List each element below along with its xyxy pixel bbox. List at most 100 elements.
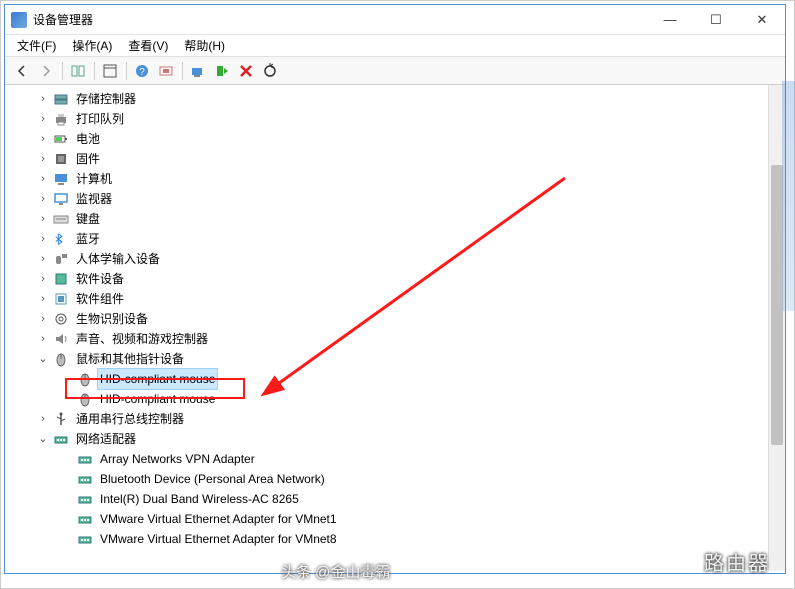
- tree-node[interactable]: VMware Virtual Ethernet Adapter for VMne…: [15, 509, 781, 529]
- network-icon: [77, 511, 93, 527]
- tree-node[interactable]: › 生物识别设备: [15, 309, 781, 329]
- window-title: 设备管理器: [33, 11, 647, 28]
- tree-node[interactable]: › 蓝牙: [15, 229, 781, 249]
- expand-icon[interactable]: ›: [35, 209, 51, 229]
- tree-node-label[interactable]: 计算机: [73, 169, 115, 189]
- monitor-icon: [53, 191, 69, 207]
- tree-node-label[interactable]: 软件组件: [73, 289, 127, 309]
- tree-node-label[interactable]: 声音、视频和游戏控制器: [73, 329, 211, 349]
- tree-node[interactable]: › 固件: [15, 149, 781, 169]
- keyboard-icon: [53, 211, 69, 227]
- expand-icon[interactable]: ›: [35, 229, 51, 249]
- expand-icon[interactable]: ›: [35, 249, 51, 269]
- tree-node-label[interactable]: 软件设备: [73, 269, 127, 289]
- computer-icon: [53, 171, 69, 187]
- tree-node[interactable]: › 声音、视频和游戏控制器: [15, 329, 781, 349]
- tree-node-label[interactable]: 打印队列: [73, 109, 127, 129]
- tree-node[interactable]: VMware Virtual Ethernet Adapter for VMne…: [15, 529, 781, 549]
- tree-node[interactable]: Bluetooth Device (Personal Area Network): [15, 469, 781, 489]
- watermark-router: 路由器: [704, 547, 770, 576]
- audio-icon: [53, 331, 69, 347]
- tree-node[interactable]: HID-compliant mouse: [15, 369, 781, 389]
- bluetooth-icon: [53, 231, 69, 247]
- tree-node[interactable]: › 软件组件: [15, 289, 781, 309]
- back-button[interactable]: [11, 60, 33, 82]
- expand-icon[interactable]: ›: [35, 409, 51, 429]
- tree-node-label[interactable]: 鼠标和其他指针设备: [73, 349, 187, 369]
- tree-node[interactable]: HID-compliant mouse: [15, 389, 781, 409]
- menu-help[interactable]: 帮助(H): [178, 35, 231, 56]
- expand-icon[interactable]: ›: [35, 289, 51, 309]
- tree-node-label[interactable]: 人体学输入设备: [73, 249, 163, 269]
- menu-view[interactable]: 查看(V): [122, 35, 174, 56]
- tree-node-label[interactable]: 存储控制器: [73, 89, 139, 109]
- tree-node-label[interactable]: Bluetooth Device (Personal Area Network): [97, 469, 328, 489]
- tree-node[interactable]: › 打印队列: [15, 109, 781, 129]
- toolbar: ?: [5, 57, 785, 85]
- printer-icon: [53, 111, 69, 127]
- tree-node-label[interactable]: Array Networks VPN Adapter: [97, 449, 258, 469]
- biometric-icon: [53, 311, 69, 327]
- scan-hardware-button[interactable]: [155, 60, 177, 82]
- update-driver-button[interactable]: [187, 60, 209, 82]
- expand-icon[interactable]: ›: [35, 129, 51, 149]
- tree-node-label[interactable]: 蓝牙: [73, 229, 103, 249]
- background-decoration: [782, 81, 795, 311]
- close-button[interactable]: ✕: [739, 5, 785, 35]
- tree-node-label[interactable]: VMware Virtual Ethernet Adapter for VMne…: [97, 509, 340, 529]
- device-manager-window: 设备管理器 — ☐ ✕ 文件(F) 操作(A) 查看(V) 帮助(H) ? › 存…: [4, 4, 786, 574]
- menu-bar: 文件(F) 操作(A) 查看(V) 帮助(H): [5, 35, 785, 57]
- tree-node[interactable]: Array Networks VPN Adapter: [15, 449, 781, 469]
- tree-node-label[interactable]: Intel(R) Dual Band Wireless-AC 8265: [97, 489, 302, 509]
- tree-node-label[interactable]: HID-compliant mouse: [97, 368, 218, 390]
- menu-action[interactable]: 操作(A): [66, 35, 118, 56]
- tree-node[interactable]: Intel(R) Dual Band Wireless-AC 8265: [15, 489, 781, 509]
- show-hide-console-button[interactable]: [67, 60, 89, 82]
- properties-button[interactable]: [99, 60, 121, 82]
- enable-device-button[interactable]: [211, 60, 233, 82]
- tree-node-label[interactable]: 固件: [73, 149, 103, 169]
- tree-node[interactable]: › 监视器: [15, 189, 781, 209]
- tree-node[interactable]: › 通用串行总线控制器: [15, 409, 781, 429]
- tree-node-label[interactable]: 电池: [73, 129, 103, 149]
- battery-icon: [53, 131, 69, 147]
- tree-node[interactable]: › 计算机: [15, 169, 781, 189]
- tree-node[interactable]: › 电池: [15, 129, 781, 149]
- tree-node[interactable]: › 软件设备: [15, 269, 781, 289]
- expand-icon[interactable]: ›: [35, 309, 51, 329]
- collapse-icon[interactable]: ⌄: [35, 349, 51, 369]
- expand-icon[interactable]: ›: [35, 149, 51, 169]
- tree-node-label[interactable]: 网络适配器: [73, 429, 139, 449]
- tree-node[interactable]: ⌄ 鼠标和其他指针设备: [15, 349, 781, 369]
- expand-icon[interactable]: ›: [35, 89, 51, 109]
- maximize-button[interactable]: ☐: [693, 5, 739, 35]
- scan-changes-button[interactable]: [259, 60, 281, 82]
- tree-node-label[interactable]: 生物识别设备: [73, 309, 151, 329]
- uninstall-device-button[interactable]: [235, 60, 257, 82]
- mouse-icon: [77, 371, 93, 387]
- expand-icon[interactable]: ›: [35, 329, 51, 349]
- tree-node-label[interactable]: 键盘: [73, 209, 103, 229]
- tree-node-label[interactable]: VMware Virtual Ethernet Adapter for VMne…: [97, 529, 340, 549]
- firmware-icon: [53, 151, 69, 167]
- tree-node[interactable]: ⌄ 网络适配器: [15, 429, 781, 449]
- forward-button[interactable]: [35, 60, 57, 82]
- device-tree[interactable]: ›存储控制器›打印队列›电池›固件›计算机›监视器›键盘›蓝牙›人体学输入设备›…: [5, 85, 785, 553]
- expand-icon[interactable]: ›: [35, 169, 51, 189]
- tree-node-label[interactable]: 通用串行总线控制器: [73, 409, 187, 429]
- tree-node-label[interactable]: 监视器: [73, 189, 115, 209]
- help-button[interactable]: ?: [131, 60, 153, 82]
- tree-node[interactable]: › 键盘: [15, 209, 781, 229]
- network-icon: [53, 431, 69, 447]
- hid-icon: [53, 251, 69, 267]
- minimize-button[interactable]: —: [647, 5, 693, 35]
- tree-node-label[interactable]: HID-compliant mouse: [97, 389, 218, 409]
- expand-icon[interactable]: ›: [35, 269, 51, 289]
- collapse-icon[interactable]: ⌄: [35, 429, 51, 449]
- expand-icon[interactable]: ›: [35, 109, 51, 129]
- tree-node[interactable]: › 人体学输入设备: [15, 249, 781, 269]
- tree-node[interactable]: › 存储控制器: [15, 89, 781, 109]
- app-icon: [11, 12, 27, 28]
- menu-file[interactable]: 文件(F): [11, 35, 62, 56]
- expand-icon[interactable]: ›: [35, 189, 51, 209]
